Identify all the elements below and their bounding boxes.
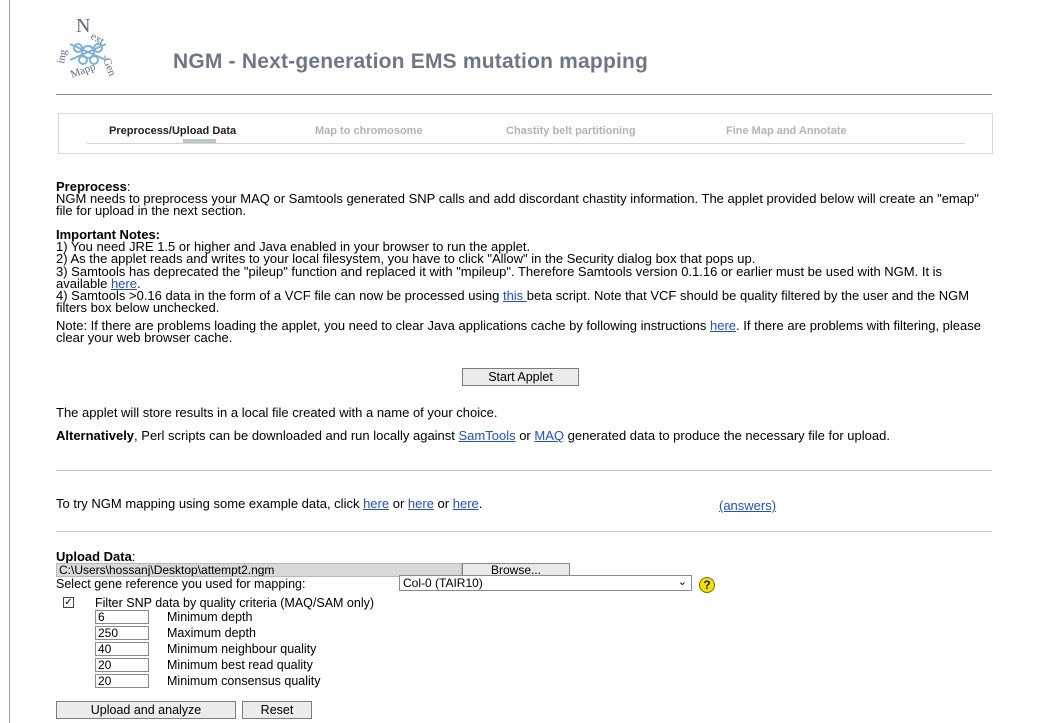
neighbour-quality-label: Minimum neighbour quality	[167, 642, 317, 656]
svg-text:ing: ing	[56, 48, 69, 64]
start-applet-button[interactable]: Start Applet	[462, 368, 579, 386]
maximum-depth-label: Maximum depth	[167, 626, 256, 640]
reset-button[interactable]: Reset	[242, 701, 312, 719]
store-results-text: The applet will store results in a local…	[56, 405, 498, 420]
chevron-down-icon: ⌄	[677, 576, 687, 588]
samtools-link[interactable]: SamTools	[459, 428, 516, 443]
example-here-link-2[interactable]: here	[408, 496, 434, 511]
tab-chastity-belt[interactable]: Chastity belt partitioning	[506, 125, 636, 137]
preprocess-section: Preprocess: NGM needs to preprocess your…	[56, 180, 992, 219]
svg-text:N: N	[76, 15, 90, 37]
consensus-quality-input[interactable]: 20	[95, 674, 149, 688]
best-read-quality-input[interactable]: 20	[95, 658, 149, 672]
beta-script-link[interactable]: this	[503, 288, 527, 303]
svg-text:-Gen: -Gen	[99, 53, 118, 78]
left-border-line	[9, 0, 10, 723]
note-4: 4) Samtools >0.16 data in the form of a …	[56, 288, 970, 316]
best-read-quality-label: Minimum best read quality	[167, 658, 313, 672]
maq-link[interactable]: MAQ	[534, 428, 564, 443]
filter-label: Filter SNP data by quality criteria (MAQ…	[95, 596, 375, 610]
answers-link[interactable]: (answers)	[719, 498, 776, 513]
alternatively-text: Alternatively, Perl scripts can be downl…	[56, 428, 890, 443]
upload-analyze-button[interactable]: Upload and analyze	[56, 701, 236, 719]
tab-map-to-chromosome[interactable]: Map to chromosome	[315, 125, 423, 137]
example-here-link-3[interactable]: here	[453, 496, 479, 511]
example-data-text: To try NGM mapping using some example da…	[56, 496, 483, 511]
tab-bar: Preprocess/Upload Data Map to chromosome…	[58, 113, 993, 154]
gene-reference-select[interactable]: Col-0 (TAIR10) ⌄	[399, 575, 692, 591]
java-cache-here-link[interactable]: here	[710, 318, 736, 333]
help-icon[interactable]: ?	[699, 577, 715, 593]
minimum-depth-input[interactable]: 6	[95, 610, 149, 624]
minimum-depth-label: Minimum depth	[167, 610, 253, 624]
header-divider	[56, 94, 992, 95]
gene-reference-label: Select gene reference you used for mappi…	[56, 577, 306, 591]
important-notes: Important Notes: 1) You need JRE 1.5 or …	[56, 228, 992, 316]
maximum-depth-input[interactable]: 250	[95, 626, 149, 640]
upload-heading: Upload Data	[56, 549, 132, 564]
tab-fine-map-annotate[interactable]: Fine Map and Annotate	[726, 125, 847, 137]
page-title: NGM - Next-generation EMS mutation mappi…	[173, 50, 649, 73]
header: N ext -Gen ing Mapp NGM - Next-generatio…	[56, 14, 992, 84]
cache-note: Note: If there are problems loading the …	[56, 318, 981, 346]
ngm-logo: N ext -Gen ing Mapp	[56, 15, 118, 81]
preprocess-text: NGM needs to preprocess your MAQ or Samt…	[56, 191, 979, 219]
divider-2	[56, 531, 992, 532]
neighbour-quality-input[interactable]: 40	[95, 642, 149, 656]
tab-underline	[87, 143, 965, 144]
note-3: 3) Samtools has deprecated the "pileup" …	[56, 263, 943, 291]
tab-preprocess-upload[interactable]: Preprocess/Upload Data	[109, 125, 236, 137]
upload-heading-row: Upload Data:	[56, 549, 136, 564]
filter-checkbox[interactable]: ✓	[63, 597, 74, 608]
active-tab-indicator	[183, 139, 216, 143]
consensus-quality-label: Minimum consensus quality	[167, 674, 321, 688]
example-here-link-1[interactable]: here	[363, 496, 389, 511]
divider-1	[56, 470, 992, 471]
